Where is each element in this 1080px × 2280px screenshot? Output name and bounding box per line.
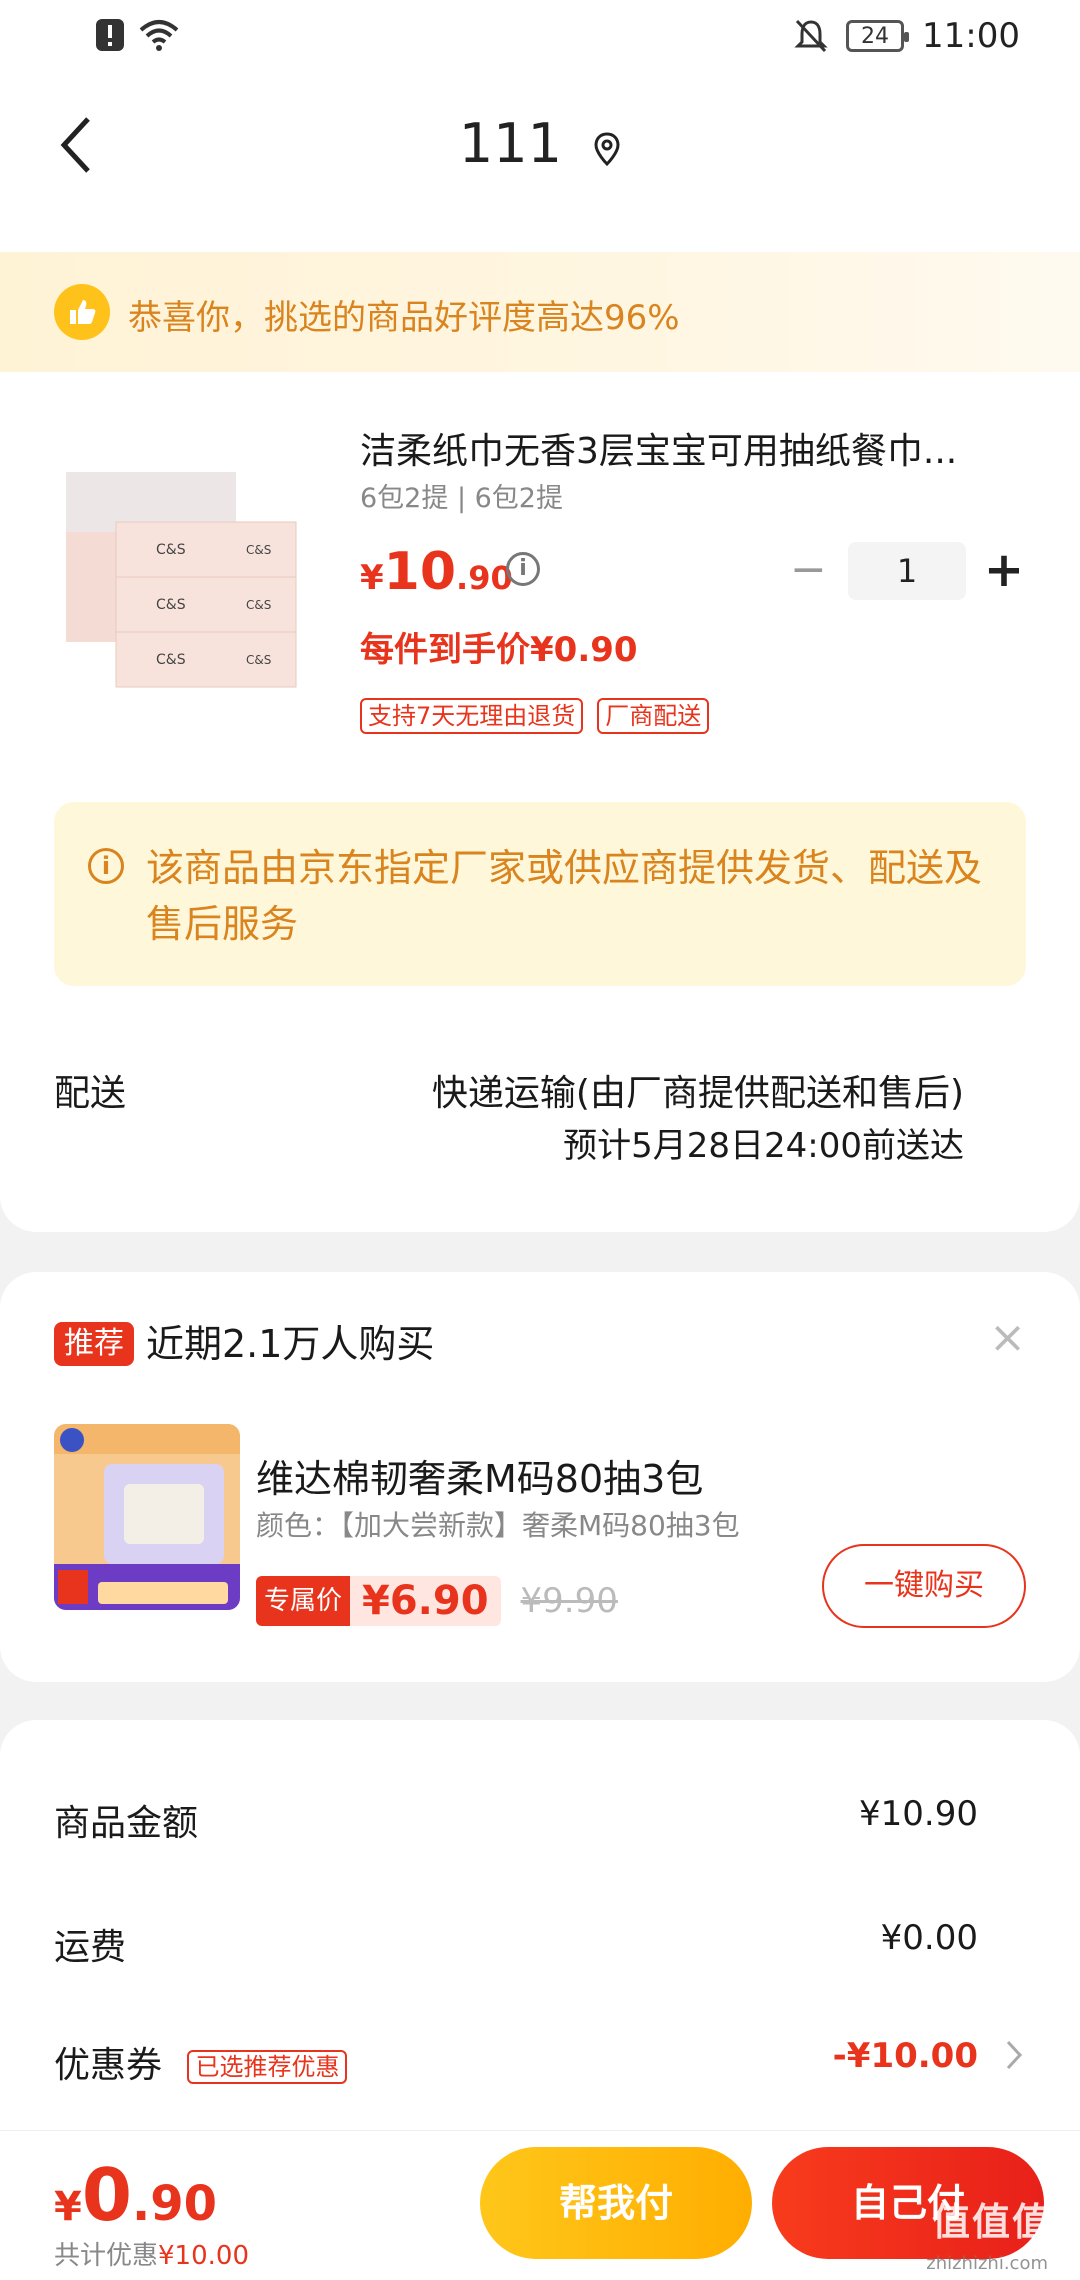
shipping-label: 配送 xyxy=(54,1073,127,1114)
freight-row: 运费 ¥0.00 xyxy=(54,1918,978,1970)
price-symbol: ¥ xyxy=(360,558,384,598)
tag-delivery: 厂商配送 xyxy=(597,698,710,734)
status-right: 24 11:00 xyxy=(794,16,1020,56)
recommend-product-image[interactable] xyxy=(54,1424,240,1610)
wifi-icon xyxy=(139,20,179,51)
alert-icon xyxy=(96,19,124,51)
goods-amount-value: ¥10.90 xyxy=(859,1794,978,1834)
shipping-method: 快递运输(由厂商提供配送和售后) xyxy=(431,1073,964,1114)
info-circle-icon: i xyxy=(88,848,124,884)
watermark-url: zhizhizhi.com xyxy=(926,2253,1048,2274)
status-left xyxy=(96,18,180,52)
saved-label: 共计优惠 xyxy=(54,2241,159,2271)
product-spec[interactable]: 6包2提 | 6包2提 xyxy=(360,476,563,515)
recommend-product-name[interactable]: 维达棉韧奢柔M码80抽3包 xyxy=(256,1448,703,1503)
price-decimal: .90 xyxy=(456,559,513,597)
recommend-card: 推荐 近期2.1万人购买 × 维达棉韧奢柔M码80抽3包 颜色：【加大尝新款】奢… xyxy=(0,1272,1080,1682)
product-price: ¥10.90 xyxy=(360,542,513,602)
svg-text:C&S: C&S xyxy=(246,598,271,612)
quantity-decrease-button[interactable]: − xyxy=(790,548,827,592)
product-image[interactable]: C&S C&S C&S C&S C&S C&S xyxy=(56,432,316,692)
watermark: 值值值 xyxy=(931,2200,1052,2244)
recommend-badge: 推荐 xyxy=(54,1322,134,1366)
chevron-right-icon[interactable] xyxy=(1004,2038,1024,2081)
quantity-increase-button[interactable]: + xyxy=(982,540,1026,600)
help-pay-button[interactable]: 帮我付 xyxy=(480,2147,752,2259)
svg-text:C&S: C&S xyxy=(156,542,186,558)
freight-label: 运费 xyxy=(54,1927,127,1968)
recommend-product-spec: 颜色：【加大尝新款】奢柔M码80抽3包 xyxy=(256,1509,740,1542)
exclusive-price: ¥6.90 xyxy=(350,1576,501,1626)
close-icon[interactable]: × xyxy=(989,1312,1026,1363)
battery-level: 24 xyxy=(861,23,890,49)
coupon-row[interactable]: 优惠券 已选推荐优惠 -¥10.00 xyxy=(54,2036,978,2088)
location-pin-icon xyxy=(593,116,621,179)
seller-notice: i 该商品由京东指定厂家或供应商提供发货、配送及售后服务 xyxy=(54,802,1026,986)
product-card: C&S C&S C&S C&S C&S C&S 洁柔纸巾无香3层宝宝可用抽纸餐巾… xyxy=(0,372,1080,1232)
freight-value: ¥0.00 xyxy=(880,1918,978,1958)
total-price: ¥0.90 xyxy=(54,2153,217,2237)
original-price: ¥9.90 xyxy=(520,1581,618,1621)
service-tags: 支持7天无理由退货 厂商配送 xyxy=(360,698,710,734)
total-symbol: ¥ xyxy=(54,2184,82,2230)
total-integer: 0 xyxy=(81,2153,132,2237)
svg-text:C&S: C&S xyxy=(246,653,271,667)
recommend-title: 近期2.1万人购买 xyxy=(146,1322,435,1366)
notice-text: 该商品由京东指定厂家或供应商提供发货、配送及售后服务 xyxy=(146,846,983,946)
page-title-group[interactable]: 111 xyxy=(0,112,1080,179)
thumbs-up-icon xyxy=(54,284,110,340)
goods-amount-label: 商品金额 xyxy=(54,1803,199,1844)
price-integer: 10 xyxy=(383,542,457,602)
praise-text: 恭喜你，挑选的商品好评度高达96% xyxy=(128,298,680,338)
battery-icon: 24 xyxy=(846,20,910,52)
order-summary-card: 商品金额 ¥10.90 运费 ¥0.00 优惠券 已选推荐优惠 -¥10.00 xyxy=(0,1720,1080,2140)
page-header: 111 xyxy=(0,72,1080,252)
coupon-tag: 已选推荐优惠 xyxy=(187,2050,348,2084)
saved-value: ¥10.00 xyxy=(158,2241,249,2271)
total-decimal: .90 xyxy=(131,2176,217,2232)
coupon-label: 优惠券 xyxy=(54,2045,163,2086)
recommend-price-group: 专属价 ¥6.90 ¥9.90 xyxy=(256,1576,618,1626)
svg-text:C&S: C&S xyxy=(156,597,186,613)
quantity-input[interactable]: 1 xyxy=(848,542,966,600)
tag-return: 支持7天无理由退货 xyxy=(360,698,584,734)
unit-price: 每件到手价¥0.90 xyxy=(360,630,638,670)
total-saved: 共计优惠¥10.00 xyxy=(54,2235,249,2272)
goods-amount-row: 商品金额 ¥10.90 xyxy=(54,1794,978,1846)
status-bar: 24 11:00 xyxy=(0,0,1080,72)
product-title[interactable]: 洁柔纸巾无香3层宝宝可用抽纸餐巾... xyxy=(360,422,1020,474)
coupon-value: -¥10.00 xyxy=(832,2036,978,2076)
svg-text:C&S: C&S xyxy=(246,543,271,557)
shipping-eta: 预计5月28日24:00前送达 xyxy=(563,1126,964,1166)
mute-bell-icon xyxy=(794,19,828,53)
exclusive-price-label: 专属价 xyxy=(256,1576,351,1626)
one-click-buy-button[interactable]: 一键购买 xyxy=(822,1544,1026,1628)
price-info-icon[interactable]: i xyxy=(506,552,540,586)
page-title: 111 xyxy=(458,112,562,175)
bottom-action-bar: ¥0.90 共计优惠¥10.00 帮我付 自己付 值值值 zhizhizhi.c… xyxy=(0,2130,1080,2280)
svg-text:C&S: C&S xyxy=(156,652,186,668)
clock: 11:00 xyxy=(922,16,1020,56)
praise-banner: 恭喜你，挑选的商品好评度高达96% xyxy=(0,252,1080,372)
